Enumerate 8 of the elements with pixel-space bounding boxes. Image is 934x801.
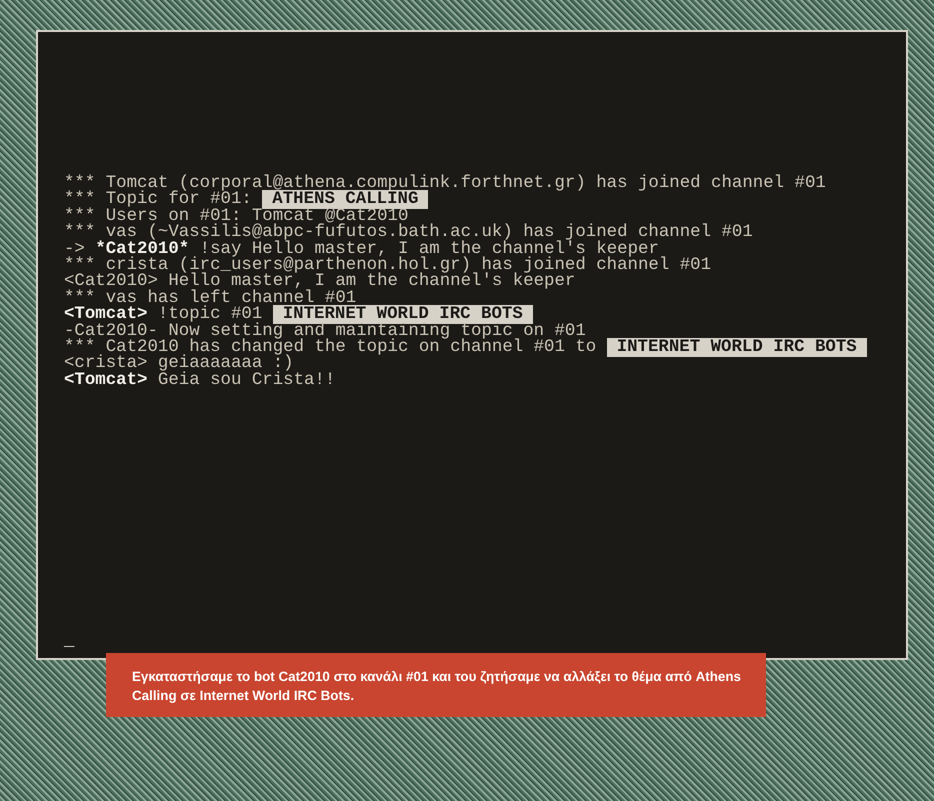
- topic-highlight: INTERNET WORLD IRC BOTS: [272, 305, 533, 324]
- nick-text: <Tomcat>: [64, 370, 148, 390]
- topic-highlight: ATHENS CALLING: [262, 190, 428, 210]
- caption-text: Εγκαταστήσαμε το bot Cat2010 στο κανάλι #01 και του ζητήσαμε να αλλάξει το θέμα από Athens Calling σε Internet World IRC Bots.: [106, 653, 766, 717]
- irc-text: Geia sou Crista!!: [156, 370, 336, 390]
- topic-highlight: INTERNET WORLD IRC BOTS: [606, 338, 867, 358]
- text-cursor: _: [64, 634, 74, 650]
- nick-text: <Tomcat>: [64, 305, 148, 324]
